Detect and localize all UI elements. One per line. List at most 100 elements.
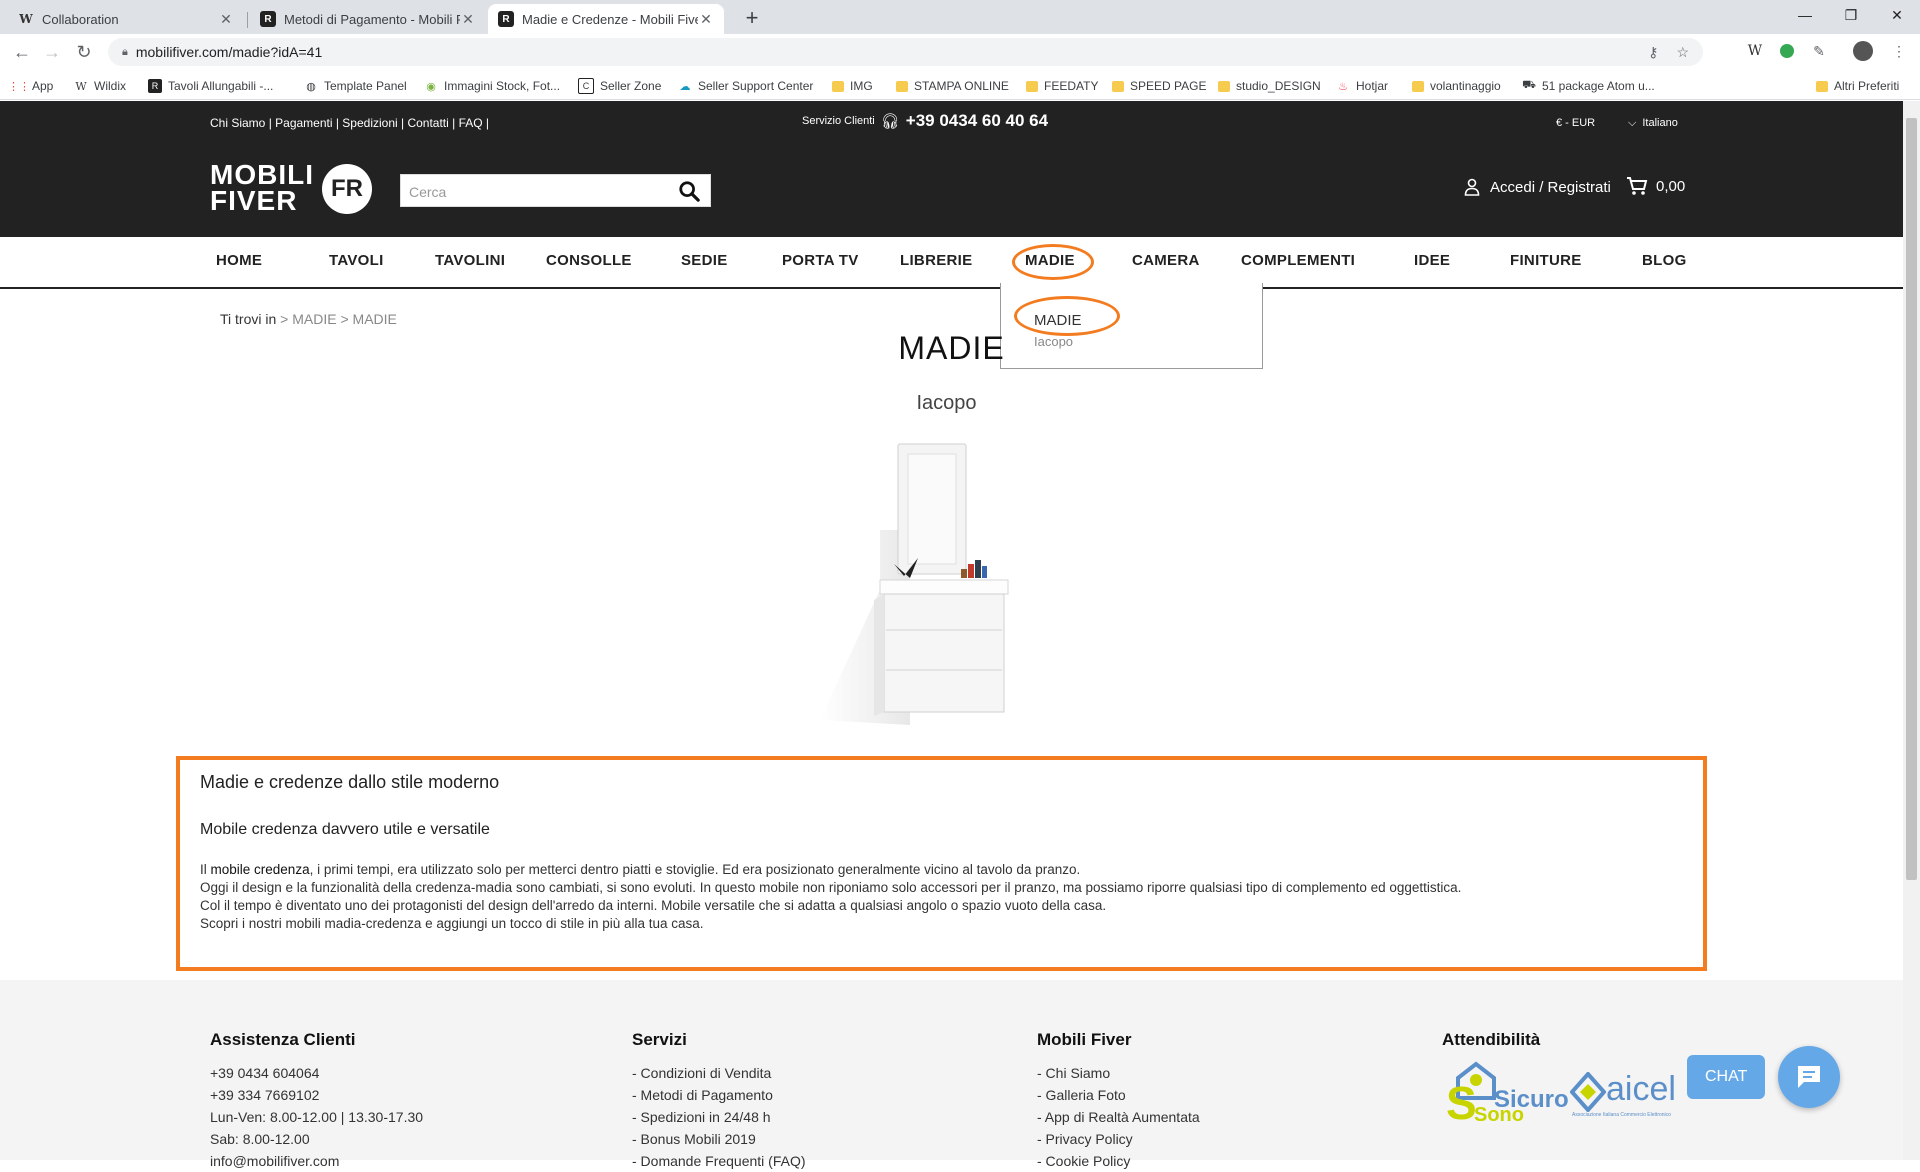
- bookmark-star-icon[interactable]: ☆: [1676, 44, 1689, 61]
- footer-link[interactable]: - Cookie Policy: [1037, 1150, 1200, 1172]
- menu-item-tavoli[interactable]: TAVOLI: [329, 252, 384, 269]
- hotjar-flame-icon: ♨: [1338, 80, 1348, 93]
- search-input[interactable]: [407, 180, 671, 204]
- bookmark-tavoli[interactable]: R Tavoli Allungabili -...: [148, 77, 273, 95]
- menu-item-complementi[interactable]: COMPLEMENTI: [1241, 252, 1355, 269]
- menu-item-idee[interactable]: IDEE: [1414, 252, 1450, 269]
- close-tab-icon[interactable]: ✕: [698, 11, 714, 28]
- description-text: Il mobile credenza, i primi tempi, era u…: [200, 862, 1462, 931]
- bookmark-speed-page[interactable]: SPEED PAGE: [1112, 77, 1206, 95]
- menu-item-porta-tv[interactable]: PORTA TV: [782, 252, 859, 269]
- aicel-subtext: Associazione Italiana Commercio Elettron…: [1572, 1112, 1671, 1118]
- menu-item-tavolini[interactable]: TAVOLINI: [435, 252, 505, 269]
- close-tab-icon[interactable]: ✕: [218, 11, 234, 28]
- salesforce-cloud-icon: ☁: [679, 80, 691, 93]
- new-tab-button[interactable]: +: [738, 4, 766, 32]
- bookmark-seller-zone[interactable]: C Seller Zone: [578, 77, 661, 95]
- footer-link[interactable]: - Galleria Foto: [1037, 1084, 1200, 1106]
- footer-link[interactable]: - Bonus Mobili 2019: [632, 1128, 806, 1150]
- profile-avatar[interactable]: [1852, 40, 1874, 62]
- bookmark-seller-support[interactable]: ☁ Seller Support Center: [678, 77, 814, 95]
- account-link[interactable]: Accedi / Registrati: [1464, 178, 1611, 196]
- bookmark-feedaty[interactable]: FEEDATY: [1026, 77, 1098, 95]
- product-image[interactable]: [800, 440, 1030, 725]
- footer-heading: Servizi: [632, 1030, 687, 1049]
- back-arrow-icon[interactable]: ←: [10, 40, 34, 64]
- forward-arrow-icon[interactable]: →: [40, 40, 64, 64]
- tab-title: Madie e Credenze - Mobili Fiver: [522, 11, 698, 27]
- badge-sono-text: Sono: [1474, 1104, 1524, 1126]
- footer-link[interactable]: - Chi Siamo: [1037, 1062, 1200, 1084]
- bookmark-stampa-online[interactable]: STAMPA ONLINE: [896, 77, 1009, 95]
- extension-green-icon[interactable]: [1776, 40, 1798, 62]
- browser-tab[interactable]: R Metodi di Pagamento - Mobili Fiv ✕: [250, 4, 486, 34]
- bookmark-studio-design[interactable]: studio_DESIGN: [1218, 77, 1321, 95]
- cart-link[interactable]: 0,00: [1626, 176, 1685, 196]
- search-icon[interactable]: [678, 179, 700, 203]
- currency-selector[interactable]: € - EUR: [1556, 117, 1595, 129]
- breadcrumb-path[interactable]: > MADIE > MADIE: [276, 311, 397, 327]
- footer-link[interactable]: - Metodi di Pagamento: [632, 1084, 806, 1106]
- aicel-badge[interactable]: aicel Associazione Italiana Commercio El…: [1570, 1068, 1676, 1124]
- menu-item-finiture[interactable]: FINITURE: [1510, 252, 1582, 269]
- wildix-extension-icon[interactable]: W: [1744, 40, 1766, 62]
- bookmark-img[interactable]: IMG: [832, 77, 873, 95]
- aicel-text: aicel: [1606, 1070, 1676, 1108]
- chat-label-bubble[interactable]: CHAT: [1687, 1055, 1766, 1099]
- mobilifiver-logo[interactable]: MOBILI FIVER FR: [210, 160, 380, 218]
- bookmark-template-panel[interactable]: ◍ Template Panel: [304, 77, 407, 95]
- key-icon[interactable]: ⚷: [1648, 44, 1658, 61]
- subcategory-title[interactable]: Iacopo: [0, 392, 1893, 415]
- footer-line[interactable]: +39 0434 604064: [210, 1062, 423, 1084]
- chat-button[interactable]: [1778, 1046, 1840, 1108]
- mobilifiver-favicon-icon: R: [498, 11, 514, 27]
- browser-menu-icon[interactable]: ⋮: [1888, 40, 1910, 62]
- menu-item-sedie[interactable]: SEDIE: [681, 252, 728, 269]
- footer-link[interactable]: - Domande Frequenti (FAQ): [632, 1150, 806, 1172]
- footer-line[interactable]: info@mobilifiver.com: [210, 1150, 423, 1172]
- sicuro-badge[interactable]: S Sicuro Sono: [1442, 1058, 1569, 1129]
- menu-item-camera[interactable]: CAMERA: [1132, 252, 1200, 269]
- description-subheading: Mobile credenza davvero utile e versatil…: [200, 821, 490, 838]
- close-window-button[interactable]: ✕: [1874, 0, 1920, 30]
- scrollbar-thumb[interactable]: [1906, 118, 1917, 880]
- bookmark-hotjar[interactable]: ♨ Hotjar: [1336, 77, 1388, 95]
- folder-icon: [1026, 80, 1038, 92]
- address-bar[interactable]: 🔒︎ mobilifiver.com/madie?idA=41 ⚷ ☆: [108, 38, 1703, 66]
- extension-eyedropper-icon[interactable]: ✎: [1808, 40, 1830, 62]
- service-phone[interactable]: +39 0434 60 40 64: [906, 111, 1048, 131]
- language-selector[interactable]: ⌵ Italiano: [1628, 117, 1678, 130]
- search-box: [400, 174, 711, 207]
- bookmark-altri-preferiti[interactable]: Altri Preferiti: [1816, 77, 1899, 95]
- footer-link[interactable]: - Privacy Policy: [1037, 1128, 1200, 1150]
- menu-item-librerie[interactable]: LIBRERIE: [900, 252, 972, 269]
- bookmark-package-atom[interactable]: ⛟ 51 package Atom u...: [1522, 77, 1655, 95]
- footer-line: Sab: 8.00-12.00: [210, 1131, 310, 1147]
- footer-link[interactable]: - Spedizioni in 24/48 h: [632, 1106, 806, 1128]
- folder-icon: [896, 80, 908, 92]
- browser-tab[interactable]: W Collaboration ✕: [8, 4, 244, 34]
- tab-title: Metodi di Pagamento - Mobili Fiv: [284, 11, 460, 27]
- restore-window-button[interactable]: ❐: [1828, 0, 1874, 30]
- menu-item-consolle[interactable]: CONSOLLE: [546, 252, 632, 269]
- menu-item-blog[interactable]: BLOG: [1642, 252, 1687, 269]
- close-tab-icon[interactable]: ✕: [460, 11, 476, 28]
- browser-tab-active[interactable]: R Madie e Credenze - Mobili Fiver ✕: [488, 4, 724, 34]
- seller-zone-icon: C: [578, 78, 594, 94]
- mobilifiver-favicon-icon: R: [260, 11, 276, 27]
- menu-item-home[interactable]: HOME: [216, 252, 262, 269]
- reload-icon[interactable]: ↻: [72, 40, 96, 64]
- wildix-favicon-icon: W: [19, 12, 33, 26]
- top-links[interactable]: Chi Siamo | Pagamenti | Spedizioni | Con…: [210, 116, 489, 130]
- footer-assistenza: Assistenza Clienti +39 0434 604064 +39 3…: [210, 1030, 423, 1172]
- bookmarks-bar: ⋮⋮ App W Wildix R Tavoli Allungabili -... ◍…: [0, 70, 1920, 100]
- bookmark-immagini-stock[interactable]: ◉ Immagini Stock, Fot...: [424, 77, 560, 95]
- bookmark-volantinaggio[interactable]: volantinaggio: [1412, 77, 1501, 95]
- bookmark-wildix[interactable]: W Wildix: [74, 77, 126, 95]
- chevron-down-icon: ⌵: [1628, 117, 1637, 129]
- footer-link[interactable]: - Condizioni di Vendita: [632, 1062, 806, 1084]
- footer-link[interactable]: - App di Realtà Aumentata: [1037, 1106, 1200, 1128]
- bookmark-apps[interactable]: ⋮⋮ App: [8, 77, 53, 95]
- minimize-window-button[interactable]: —: [1782, 0, 1828, 30]
- footer-line[interactable]: +39 334 7669102: [210, 1084, 423, 1106]
